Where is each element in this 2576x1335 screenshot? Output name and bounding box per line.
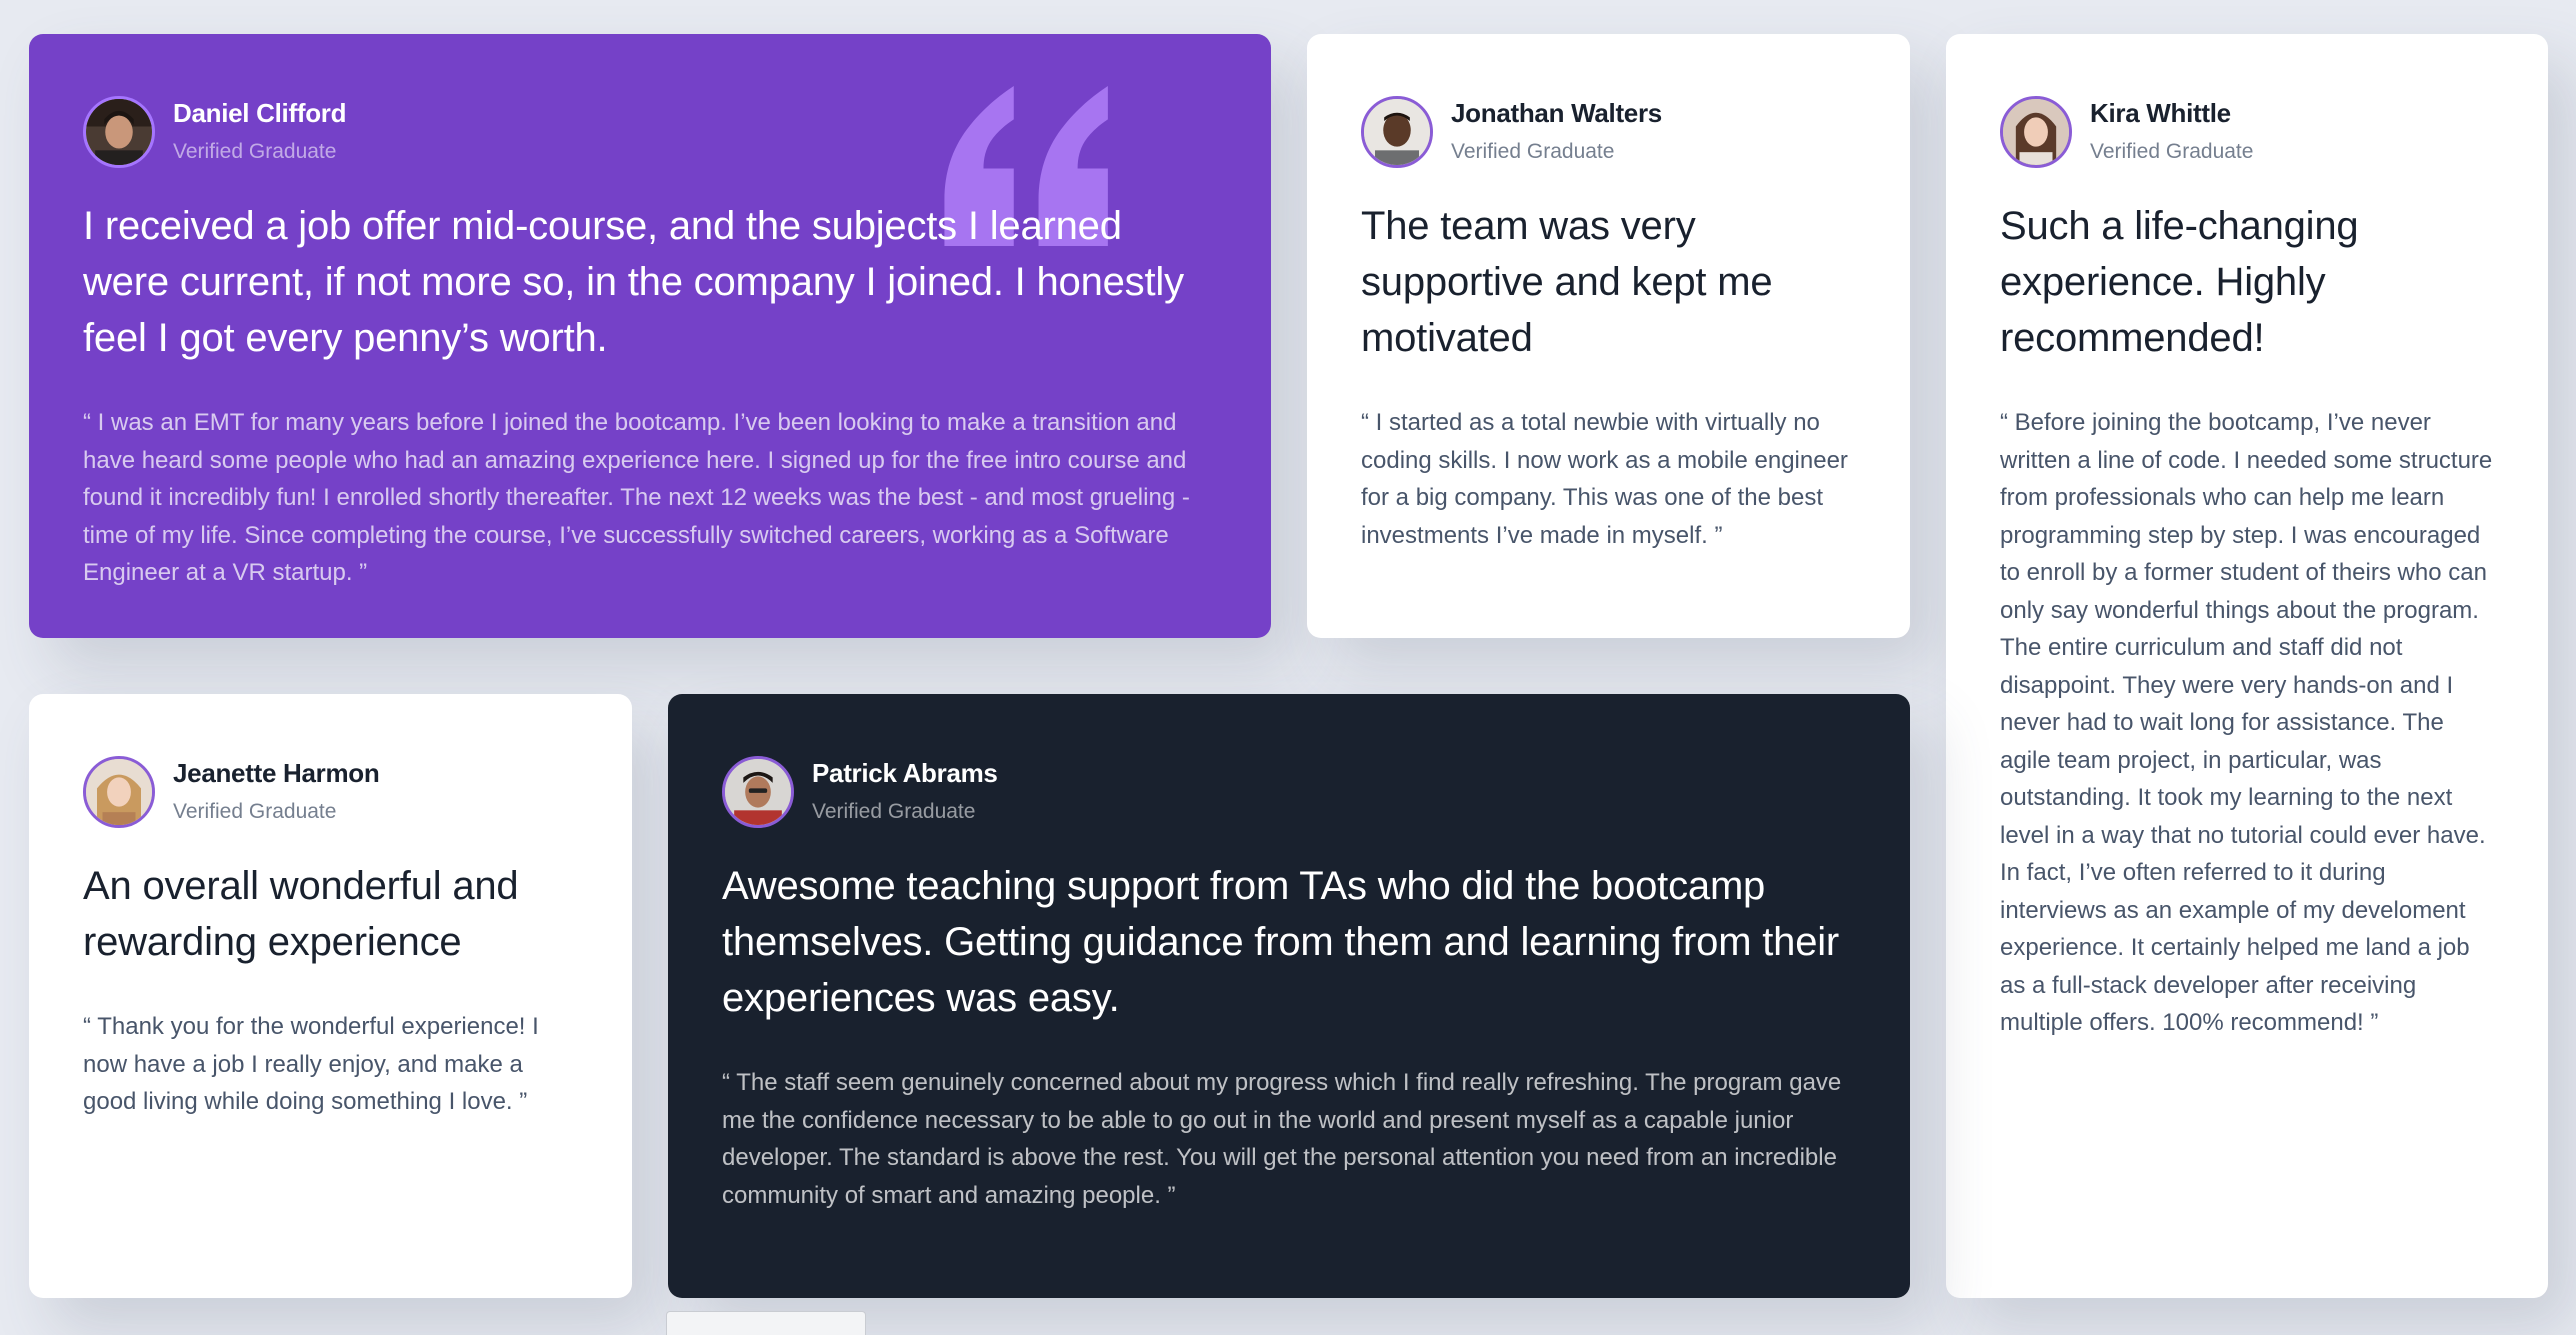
bottom-overlay-tab[interactable]	[666, 1311, 866, 1335]
author-name: Patrick Abrams	[812, 758, 998, 788]
avatar	[1361, 96, 1433, 168]
testimonial-header: Kira Whittle Verified Graduate	[2000, 96, 2494, 168]
author-role: Verified Graduate	[2090, 140, 2254, 163]
avatar-image	[725, 759, 791, 825]
avatar	[83, 756, 155, 828]
avatar	[83, 96, 155, 168]
testimonial-body: “ Before joining the bootcamp, I’ve neve…	[2000, 409, 2493, 1036]
testimonial-body: “ I was an EMT for many years before I j…	[83, 409, 1190, 586]
testimonial-body: “ I started as a total newbie with virtu…	[1361, 409, 1848, 549]
testimonial-header: Patrick Abrams Verified Graduate	[722, 756, 1856, 828]
author-name: Jonathan Walters	[1451, 98, 1662, 128]
testimonial-header: Daniel Clifford Verified Graduate	[83, 96, 1217, 168]
testimonial-headline: I received a job offer mid-course, and t…	[83, 204, 1184, 360]
author-name: Jeanette Harmon	[173, 758, 380, 788]
testimonial-card-kira: Kira Whittle Verified Graduate Such a li…	[1946, 34, 2548, 1298]
testimonial-header: Jeanette Harmon Verified Graduate	[83, 756, 578, 828]
avatar	[722, 756, 794, 828]
testimonial-headline: Awesome teaching support from TAs who di…	[722, 864, 1840, 1020]
testimonial-headline: Such a life-changing experience. Highly …	[2000, 204, 2359, 360]
testimonial-card-daniel: Daniel Clifford Verified Graduate I rece…	[29, 34, 1271, 638]
author-role: Verified Graduate	[173, 140, 337, 163]
avatar-image	[2003, 99, 2069, 165]
testimonial-card-jonathan: Jonathan Walters Verified Graduate The t…	[1307, 34, 1910, 638]
avatar-image	[86, 759, 152, 825]
testimonial-header: Jonathan Walters Verified Graduate	[1361, 96, 1856, 168]
testimonial-headline: An overall wonderful and rewarding exper…	[83, 864, 519, 964]
testimonial-body: “ Thank you for the wonderful experience…	[83, 1013, 539, 1115]
author-name: Kira Whittle	[2090, 98, 2231, 128]
author-name: Daniel Clifford	[173, 98, 347, 128]
testimonial-card-jeanette: Jeanette Harmon Verified Graduate An ove…	[29, 694, 632, 1298]
author-role: Verified Graduate	[812, 800, 976, 823]
testimonial-body: “ The staff seem genuinely concerned abo…	[722, 1069, 1842, 1209]
testimonial-headline: The team was very supportive and kept me…	[1361, 204, 1773, 360]
avatar-image	[1364, 99, 1430, 165]
author-role: Verified Graduate	[173, 800, 337, 823]
avatar	[2000, 96, 2072, 168]
testimonial-card-patrick: Patrick Abrams Verified Graduate Awesome…	[668, 694, 1910, 1298]
avatar-image	[86, 99, 152, 165]
author-role: Verified Graduate	[1451, 140, 1615, 163]
